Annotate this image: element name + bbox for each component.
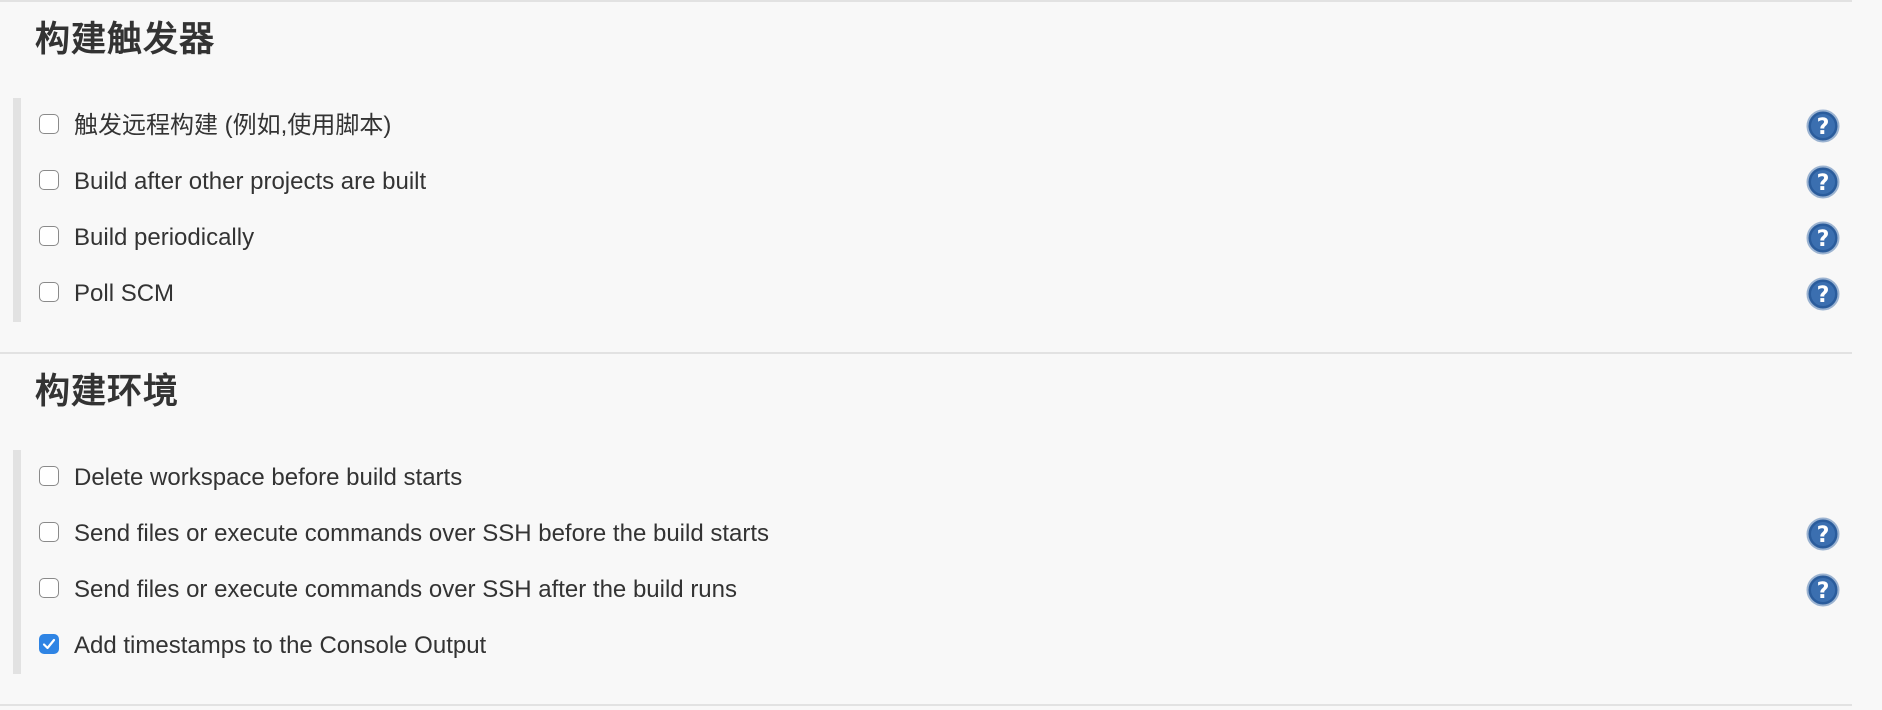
delete-workspace-checkbox[interactable] — [39, 466, 59, 486]
help-icon[interactable]: ? — [1806, 109, 1840, 143]
timestamps-label[interactable]: Add timestamps to the Console Output — [74, 618, 486, 674]
svg-text:?: ? — [1817, 523, 1830, 548]
trigger-remote-checkbox[interactable] — [39, 114, 59, 134]
section-title-build-environment: 构建环境 — [35, 372, 180, 412]
section-divider — [0, 0, 1852, 2]
svg-text:?: ? — [1817, 115, 1830, 140]
svg-text:?: ? — [1817, 283, 1830, 308]
ssh-before-build-label[interactable]: Send files or execute commands over SSH … — [74, 506, 769, 562]
timestamps-checkbox[interactable] — [39, 634, 59, 654]
svg-text:?: ? — [1817, 579, 1830, 604]
trigger-remote-row[interactable]: 触发远程构建 (例如,使用脚本) ? — [21, 98, 1860, 154]
section-divider — [0, 704, 1852, 706]
build-periodically-row[interactable]: Build periodically ? — [21, 210, 1860, 266]
build-after-other-checkbox[interactable] — [39, 170, 59, 190]
help-icon[interactable]: ? — [1806, 517, 1840, 551]
delete-workspace-row[interactable]: Delete workspace before build starts — [21, 450, 1860, 506]
ssh-before-build-checkbox[interactable] — [39, 522, 59, 542]
help-icon[interactable]: ? — [1806, 277, 1840, 311]
build-after-other-label[interactable]: Build after other projects are built — [74, 154, 426, 210]
trigger-remote-label[interactable]: 触发远程构建 (例如,使用脚本) — [74, 98, 391, 154]
delete-workspace-label[interactable]: Delete workspace before build starts — [74, 450, 462, 506]
config-page: 构建触发器 触发远程构建 (例如,使用脚本) ? Build after oth… — [0, 0, 1882, 710]
poll-scm-row[interactable]: Poll SCM ? — [21, 266, 1860, 322]
help-icon[interactable]: ? — [1806, 221, 1840, 255]
section-divider — [0, 352, 1852, 354]
build-environment-group: Delete workspace before build starts Sen… — [13, 450, 1860, 674]
build-triggers-group: 触发远程构建 (例如,使用脚本) ? Build after other pro… — [13, 98, 1860, 322]
build-periodically-label[interactable]: Build periodically — [74, 210, 254, 266]
build-periodically-checkbox[interactable] — [39, 226, 59, 246]
ssh-after-build-checkbox[interactable] — [39, 578, 59, 598]
poll-scm-label[interactable]: Poll SCM — [74, 266, 174, 322]
build-after-other-row[interactable]: Build after other projects are built ? — [21, 154, 1860, 210]
help-icon[interactable]: ? — [1806, 573, 1840, 607]
svg-text:?: ? — [1817, 171, 1830, 196]
ssh-before-build-row[interactable]: Send files or execute commands over SSH … — [21, 506, 1860, 562]
ssh-after-build-label[interactable]: Send files or execute commands over SSH … — [74, 562, 737, 618]
svg-text:?: ? — [1817, 227, 1830, 252]
timestamps-row[interactable]: Add timestamps to the Console Output — [21, 618, 1860, 674]
poll-scm-checkbox[interactable] — [39, 282, 59, 302]
ssh-after-build-row[interactable]: Send files or execute commands over SSH … — [21, 562, 1860, 618]
checkmark-icon — [42, 638, 56, 650]
help-icon[interactable]: ? — [1806, 165, 1840, 199]
section-title-build-triggers: 构建触发器 — [35, 20, 216, 60]
